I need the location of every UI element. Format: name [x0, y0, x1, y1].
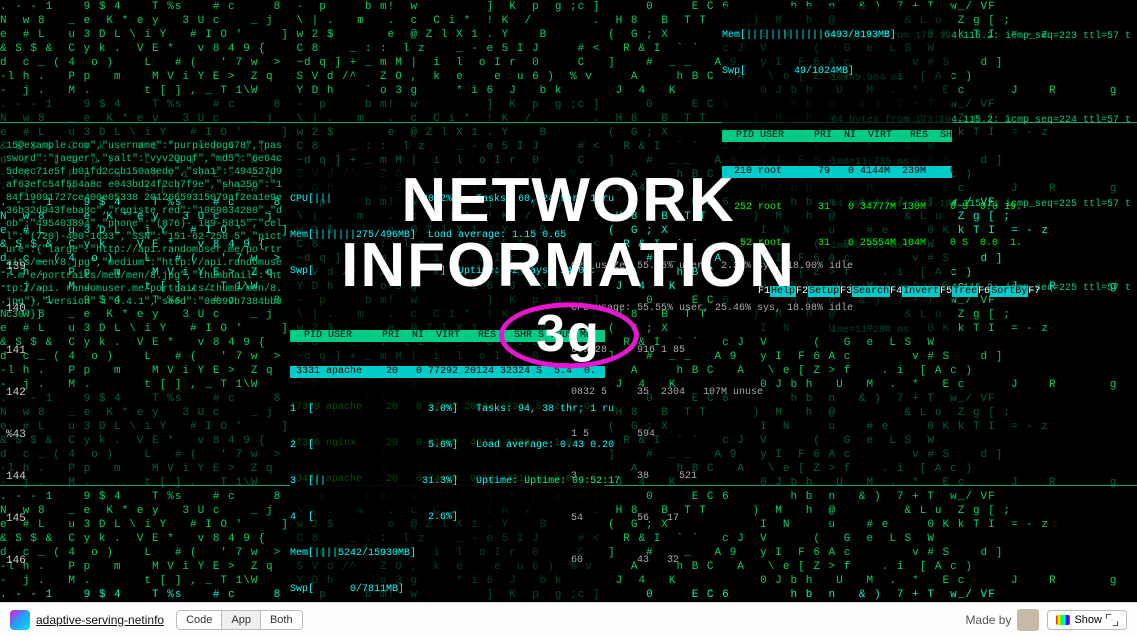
- bottom-bar: adaptive-serving-netinfo Code App Both M…: [0, 602, 1137, 636]
- json-dump: 15@example.com","username":"purpledog678…: [6, 140, 286, 322]
- table-row: 252 root 31 0 34777M 130M 0 S 0.0 19.: [722, 202, 952, 214]
- view-toggle: Code App Both: [176, 610, 303, 630]
- both-button[interactable]: Both: [261, 611, 302, 629]
- cpu-usage-panel: CPU usaZe: 55.35% user5, 2.38% sys, 18.9…: [571, 232, 1131, 596]
- app-canvas: . - - 1 9 $ 4 T %s # c 8 - p b m! w ] K …: [0, 0, 1137, 636]
- table-row: 210 root 79 0 4144M 239M 0 S 5.0 2.: [722, 166, 952, 178]
- rainbow-icon: [1056, 615, 1070, 625]
- table-row: 3331 apache 20 0 77292 20124 32324 S 5.4…: [290, 366, 605, 378]
- table-header: PID USER PRI NI VIRT RES SHR S CPU% ME: [722, 130, 952, 142]
- show-button[interactable]: Show: [1047, 610, 1127, 630]
- expand-icon: [1106, 614, 1118, 626]
- made-by-label: Made by: [965, 613, 1011, 627]
- code-button[interactable]: Code: [177, 611, 222, 629]
- app-button[interactable]: App: [222, 611, 261, 629]
- project-link[interactable]: adaptive-serving-netinfo: [36, 613, 164, 627]
- htop-panel-3: 1 [ 3.0%] Tasks: 94, 38 thr; 1 ru 2 [ 5.…: [290, 380, 605, 636]
- project-icon: [10, 610, 30, 630]
- avatar[interactable]: [1017, 609, 1039, 631]
- table-header: PID USER PRI NI VIRT RES SHR S CPU% ME: [290, 330, 605, 342]
- line-numbers: 139 140 141 142 %43 144 145 146: [6, 232, 32, 596]
